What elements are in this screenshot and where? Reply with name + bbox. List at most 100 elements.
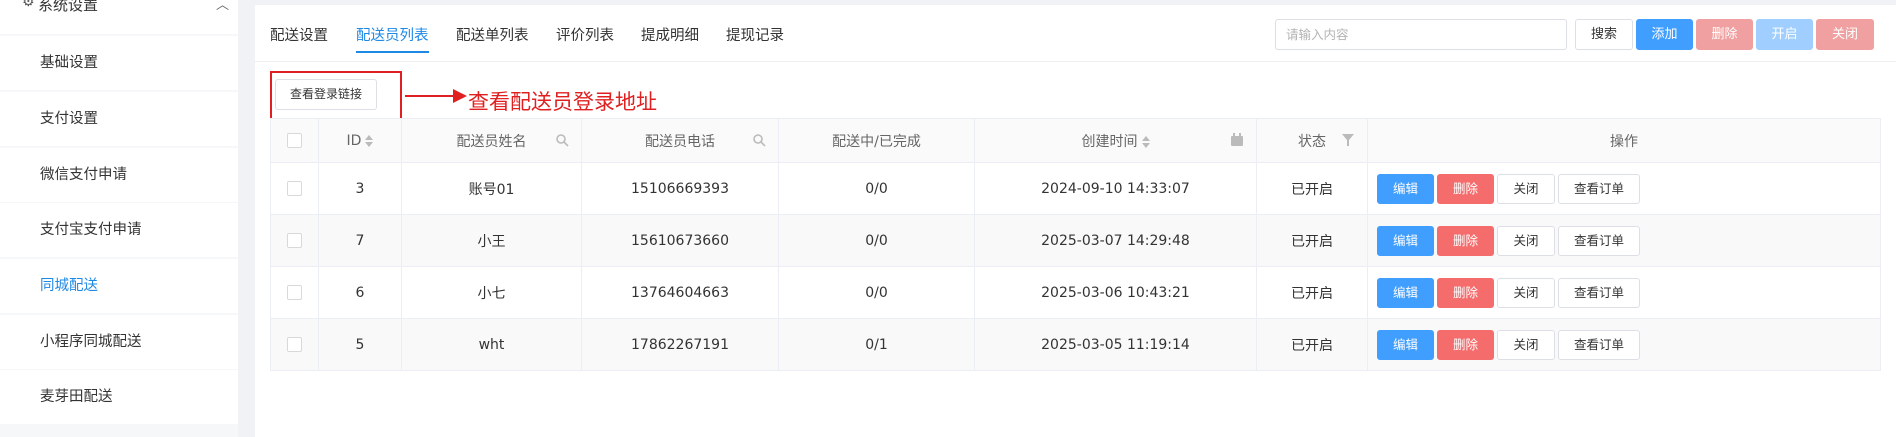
cell-progress: 0/1	[778, 318, 975, 371]
annotation-text: 查看配送员登录地址	[468, 90, 657, 114]
cell-actions: 编辑 删除 关闭 查看订单	[1367, 266, 1881, 319]
view-orders-button[interactable]: 查看订单	[1558, 329, 1640, 360]
delete-row-button[interactable]: 删除	[1437, 329, 1494, 360]
sidebar-item-maiyatian-delivery[interactable]: 麦芽田配送	[0, 370, 238, 424]
delete-row-button[interactable]: 删除	[1437, 173, 1494, 204]
cell-id: 7	[318, 214, 402, 267]
close-button[interactable]: 关闭	[1816, 19, 1874, 50]
cell-actions: 编辑 删除 关闭 查看订单	[1367, 162, 1881, 215]
sidebar-item-city-delivery[interactable]: 同城配送	[0, 259, 238, 313]
row-checkbox[interactable]	[287, 181, 302, 196]
edit-button[interactable]: 编辑	[1377, 225, 1434, 256]
table-row: 7 小王 15610673660 0/0 2025-03-07 14:29:48…	[270, 214, 1881, 267]
sidebar-section-system-settings[interactable]: ⚙ 系统设置 ︿	[0, 0, 238, 16]
add-button[interactable]: 添加	[1636, 19, 1693, 50]
tab-delivery-settings[interactable]: 配送设置	[270, 23, 328, 49]
cell-progress: 0/0	[778, 162, 975, 215]
view-orders-button[interactable]: 查看订单	[1558, 225, 1640, 256]
sidebar-item-payment-settings[interactable]: 支付设置	[0, 92, 238, 146]
close-row-button[interactable]: 关闭	[1497, 329, 1555, 360]
sort-icon[interactable]	[1141, 135, 1150, 148]
courier-table: ID 配送员姓名 配送员电话 配送中/已完成 创建时间 状态 操作 3 账号01…	[270, 118, 1881, 371]
tab-reviews[interactable]: 评价列表	[556, 23, 614, 49]
sidebar-item-basic-settings[interactable]: 基础设置	[0, 36, 238, 90]
close-row-button[interactable]: 关闭	[1497, 225, 1555, 256]
cell-status: 已开启	[1256, 266, 1368, 319]
cell-actions: 编辑 删除 关闭 查看订单	[1367, 318, 1881, 371]
sidebar-item-wechat-pay[interactable]: 微信支付申请	[0, 148, 238, 202]
tab-commission[interactable]: 提成明细	[641, 23, 699, 49]
row-checkbox[interactable]	[287, 285, 302, 300]
cell-status: 已开启	[1256, 318, 1368, 371]
cell-phone: 17862267191	[581, 318, 779, 371]
cell-name: 小王	[401, 214, 582, 267]
row-select-cell	[270, 162, 319, 215]
cell-id: 5	[318, 318, 402, 371]
cell-created: 2025-03-07 14:29:48	[974, 214, 1257, 267]
edit-button[interactable]: 编辑	[1377, 329, 1434, 360]
row-select-cell	[270, 266, 319, 319]
table-row: 6 小七 13764604663 0/0 2025-03-06 10:43:21…	[270, 266, 1881, 319]
cell-progress: 0/0	[778, 266, 975, 319]
select-all-cell	[270, 118, 319, 163]
view-orders-button[interactable]: 查看订单	[1558, 277, 1640, 308]
row-checkbox[interactable]	[287, 337, 302, 352]
cell-created: 2025-03-05 11:19:14	[974, 318, 1257, 371]
cell-name: 账号01	[401, 162, 582, 215]
search-icon[interactable]	[555, 133, 569, 147]
sidebar: ⚙ 系统设置 ︿ 基础设置 支付设置 微信支付申请 支付宝支付申请 同城配送 小…	[0, 0, 238, 437]
enable-button[interactable]: 开启	[1756, 19, 1813, 50]
cell-id: 3	[318, 162, 402, 215]
column-header-created[interactable]: 创建时间	[974, 118, 1257, 163]
search-icon[interactable]	[752, 133, 766, 147]
cell-status: 已开启	[1256, 214, 1368, 267]
column-header-actions: 操作	[1367, 118, 1881, 163]
select-all-checkbox[interactable]	[287, 133, 302, 148]
cell-phone: 15106669393	[581, 162, 779, 215]
sidebar-item-alipay[interactable]: 支付宝支付申请	[0, 203, 238, 257]
gear-icon: ⚙	[22, 0, 35, 10]
column-header-name: 配送员姓名	[401, 118, 582, 163]
filter-icon[interactable]	[1341, 133, 1355, 147]
sidebar-section-title: 系统设置	[38, 0, 99, 14]
main-panel: 配送设置 配送员列表 配送单列表 评价列表 提成明细 提现记录 搜索 添加 删除…	[255, 5, 1896, 437]
column-header-id[interactable]: ID	[318, 118, 402, 163]
sidebar-item-miniprogram-delivery[interactable]: 小程序同城配送	[0, 315, 238, 369]
table-row: 3 账号01 15106669393 0/0 2024-09-10 14:33:…	[270, 162, 1881, 215]
calendar-icon[interactable]	[1230, 133, 1244, 147]
column-header-phone: 配送员电话	[581, 118, 779, 163]
chevron-up-icon: ︿	[216, 0, 230, 13]
sort-icon[interactable]	[365, 134, 374, 147]
row-select-cell	[270, 214, 319, 267]
table-header-row: ID 配送员姓名 配送员电话 配送中/已完成 创建时间 状态 操作	[270, 118, 1881, 163]
close-row-button[interactable]: 关闭	[1497, 277, 1555, 308]
cell-id: 6	[318, 266, 402, 319]
tab-courier-list[interactable]: 配送员列表	[356, 23, 429, 53]
close-row-button[interactable]: 关闭	[1497, 173, 1555, 204]
row-checkbox[interactable]	[287, 233, 302, 248]
cell-created: 2025-03-06 10:43:21	[974, 266, 1257, 319]
delete-row-button[interactable]: 删除	[1437, 225, 1494, 256]
edit-button[interactable]: 编辑	[1377, 277, 1434, 308]
column-header-status: 状态	[1256, 118, 1368, 163]
delete-row-button[interactable]: 删除	[1437, 277, 1494, 308]
search-button[interactable]: 搜索	[1575, 19, 1633, 50]
search-input[interactable]	[1275, 19, 1567, 50]
cell-name: wht	[401, 318, 582, 371]
table-row: 5 wht 17862267191 0/1 2025-03-05 11:19:1…	[270, 318, 1881, 371]
tabs-divider	[255, 61, 1896, 62]
cell-status: 已开启	[1256, 162, 1368, 215]
view-orders-button[interactable]: 查看订单	[1558, 173, 1640, 204]
cell-created: 2024-09-10 14:33:07	[974, 162, 1257, 215]
delete-button[interactable]: 删除	[1696, 19, 1753, 50]
cell-phone: 15610673660	[581, 214, 779, 267]
cell-name: 小七	[401, 266, 582, 319]
tab-delivery-orders[interactable]: 配送单列表	[456, 23, 529, 49]
annotation-highlight-box	[270, 71, 402, 121]
column-header-progress: 配送中/已完成	[778, 118, 975, 163]
edit-button[interactable]: 编辑	[1377, 173, 1434, 204]
cell-phone: 13764604663	[581, 266, 779, 319]
tab-withdrawals[interactable]: 提现记录	[726, 23, 784, 49]
cell-actions: 编辑 删除 关闭 查看订单	[1367, 214, 1881, 267]
cell-progress: 0/0	[778, 214, 975, 267]
